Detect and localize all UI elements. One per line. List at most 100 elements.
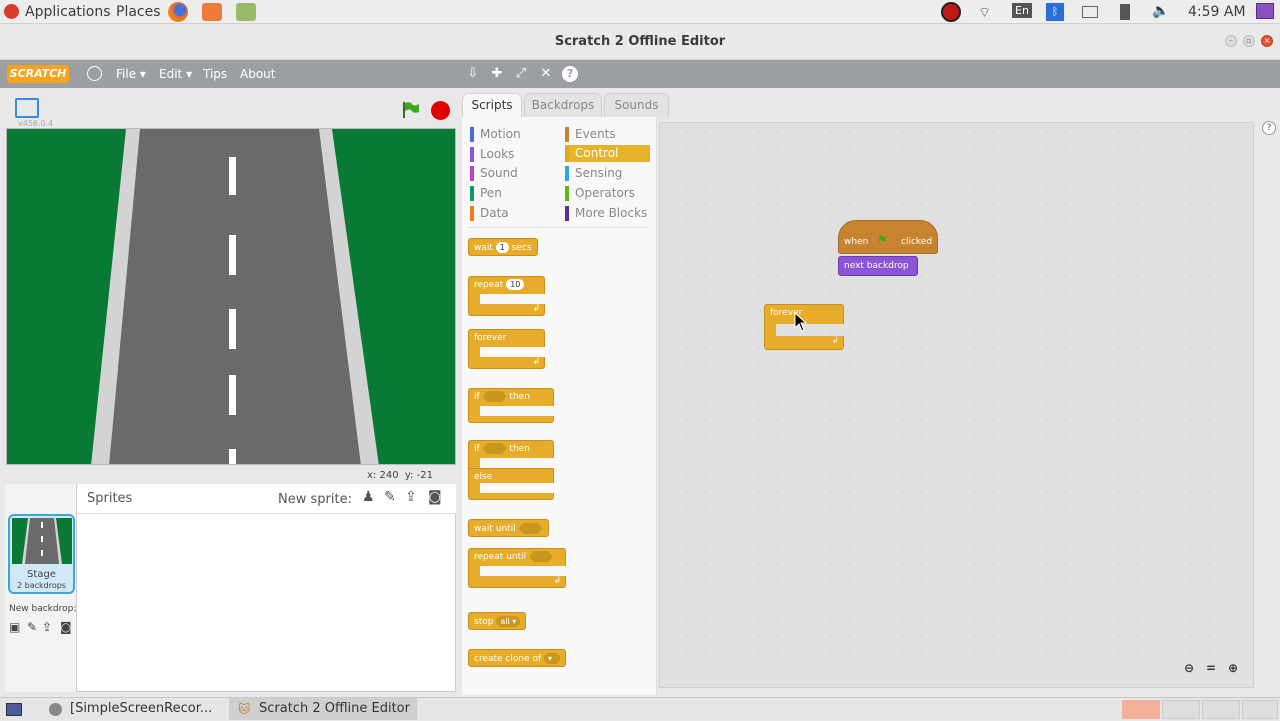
category-pen[interactable]: Pen xyxy=(470,185,555,202)
clone-dropdown[interactable]: ▾ xyxy=(544,653,561,664)
maximize-icon[interactable]: ▫ xyxy=(1243,35,1255,47)
file-menu[interactable]: File ▾ xyxy=(116,67,146,81)
wait-until-block[interactable]: wait until xyxy=(468,519,549,537)
block-input[interactable]: 1 xyxy=(495,242,509,253)
session-icon[interactable] xyxy=(1256,3,1274,19)
block-text: if xyxy=(474,444,480,454)
task-simplescreenrecorder[interactable]: [SimpleScreenRecor... xyxy=(46,698,226,721)
next-backdrop-block[interactable]: next backdrop xyxy=(838,256,918,276)
workspace-2[interactable] xyxy=(1162,700,1200,719)
tips-menu[interactable]: Tips xyxy=(203,67,227,81)
minimize-icon[interactable]: – xyxy=(1225,35,1237,47)
volume-icon[interactable]: 🔈 xyxy=(1152,3,1169,19)
zoom-out-icon[interactable]: ⊖ xyxy=(1181,660,1197,676)
coord-x: x: 240 xyxy=(367,470,399,481)
category-operators[interactable]: Operators xyxy=(565,185,650,202)
backdrop-library-icon[interactable]: ▣ xyxy=(9,620,20,634)
block-text: repeat xyxy=(474,280,504,290)
workspace-4[interactable] xyxy=(1242,700,1278,719)
block-bottom xyxy=(468,493,554,500)
upload-backdrop-icon[interactable]: ⇪ xyxy=(42,620,52,634)
condition-slot[interactable] xyxy=(482,391,507,402)
block-arm xyxy=(764,324,776,336)
tab-scripts[interactable]: Scripts xyxy=(462,93,522,117)
stage-canvas[interactable] xyxy=(6,128,456,465)
mail-icon[interactable] xyxy=(1082,6,1098,18)
camera-backdrop-icon[interactable]: ◙ xyxy=(60,620,72,634)
category-data[interactable]: Data xyxy=(470,205,555,222)
tab-sounds[interactable]: Sounds xyxy=(604,93,669,117)
task-scratch-editor[interactable]: Scratch 2 Offline Editor xyxy=(235,698,415,721)
block-text: stop xyxy=(474,617,494,627)
stop-icon[interactable] xyxy=(431,101,450,120)
wifi-icon[interactable]: ⌔ xyxy=(978,4,991,22)
clock[interactable]: 4:59 AM xyxy=(1188,4,1246,20)
upload-sprite-icon[interactable]: ⇪ xyxy=(405,489,417,505)
condition-slot[interactable] xyxy=(529,551,554,562)
package-icon[interactable] xyxy=(236,3,256,21)
firefox-icon[interactable] xyxy=(168,2,188,22)
bluetooth-icon[interactable]: ᛒ xyxy=(1046,3,1064,21)
create-clone-block[interactable]: create clone of ▾ xyxy=(468,649,567,667)
category-color-bar xyxy=(565,127,569,142)
show-desktop-icon[interactable] xyxy=(6,703,22,716)
stop-block[interactable]: stop all ▾ xyxy=(468,612,527,630)
script-help-icon[interactable]: ? xyxy=(1262,121,1276,135)
language-indicator[interactable]: En xyxy=(1012,3,1032,18)
workspace-3[interactable] xyxy=(1202,700,1240,719)
category-motion[interactable]: Motion xyxy=(470,126,555,143)
duplicate-icon[interactable]: ⇩ xyxy=(465,66,481,82)
stage-label: Stage xyxy=(27,569,56,580)
stage-thumbnail[interactable]: Stage 2 backdrops xyxy=(8,514,75,594)
places-menu[interactable]: Places xyxy=(116,4,161,20)
battery-icon[interactable] xyxy=(1120,4,1130,20)
paint-sprite-icon[interactable]: ✎ xyxy=(384,489,396,505)
category-label: More Blocks xyxy=(575,206,648,220)
dropdown-value: all xyxy=(500,617,510,626)
category-color-bar xyxy=(565,206,569,221)
condition-slot[interactable] xyxy=(482,443,507,454)
globe-icon[interactable] xyxy=(87,66,102,81)
zoom-reset-icon[interactable]: = xyxy=(1203,660,1219,676)
category-control[interactable]: Control xyxy=(565,145,650,162)
when-flag-clicked-block[interactable]: when ⚑ clicked xyxy=(838,220,938,254)
about-menu[interactable]: About xyxy=(240,67,275,81)
wait-secs-block[interactable]: wait 1 secs xyxy=(468,238,538,256)
applications-menu[interactable]: Applications xyxy=(25,4,111,20)
tab-backdrops[interactable]: Backdrops xyxy=(524,93,602,117)
grow-icon[interactable]: ⤢ xyxy=(513,66,529,82)
zoom-in-icon[interactable]: ⊕ xyxy=(1225,660,1241,676)
block-text: then xyxy=(509,444,530,454)
shrink-icon[interactable]: ✕ xyxy=(538,66,554,82)
category-sound[interactable]: Sound xyxy=(470,165,555,182)
new-sprite-label: New sprite: xyxy=(278,492,352,507)
help-icon[interactable]: ? xyxy=(562,66,578,82)
edit-menu[interactable]: Edit ▾ xyxy=(159,67,192,81)
category-events[interactable]: Events xyxy=(565,126,650,143)
category-looks[interactable]: Looks xyxy=(470,146,555,163)
block-top: if then xyxy=(468,440,554,458)
paint-backdrop-icon[interactable]: ✎ xyxy=(27,620,37,634)
block-text: wait until xyxy=(474,524,516,534)
sprite-library-icon[interactable]: ♟ xyxy=(362,489,375,505)
recorder-icon[interactable] xyxy=(941,2,961,22)
category-more-blocks[interactable]: More Blocks xyxy=(565,205,650,222)
delete-icon[interactable]: ✚ xyxy=(489,66,505,82)
camera-sprite-icon[interactable]: ◙ xyxy=(428,489,442,505)
scratch-logo[interactable]: SCRATCH xyxy=(7,65,69,83)
block-text: when xyxy=(844,237,869,247)
taskbar: [SimpleScreenRecor... 🐱 Scratch 2 Offlin… xyxy=(0,697,1280,720)
files-icon[interactable] xyxy=(202,3,222,21)
stop-dropdown[interactable]: all ▾ xyxy=(496,616,521,627)
workspace-1[interactable] xyxy=(1122,700,1160,719)
category-sensing[interactable]: Sensing xyxy=(565,165,650,182)
green-flag-icon[interactable] xyxy=(400,100,420,120)
block-bottom: ↲ xyxy=(764,336,844,350)
script-area[interactable] xyxy=(659,122,1254,688)
block-bottom: ↲ xyxy=(468,304,545,316)
condition-slot[interactable] xyxy=(518,523,543,534)
fullscreen-icon[interactable] xyxy=(15,98,39,118)
block-arm xyxy=(468,347,480,357)
block-input[interactable]: 10 xyxy=(506,279,525,290)
close-icon[interactable]: × xyxy=(1261,35,1273,47)
